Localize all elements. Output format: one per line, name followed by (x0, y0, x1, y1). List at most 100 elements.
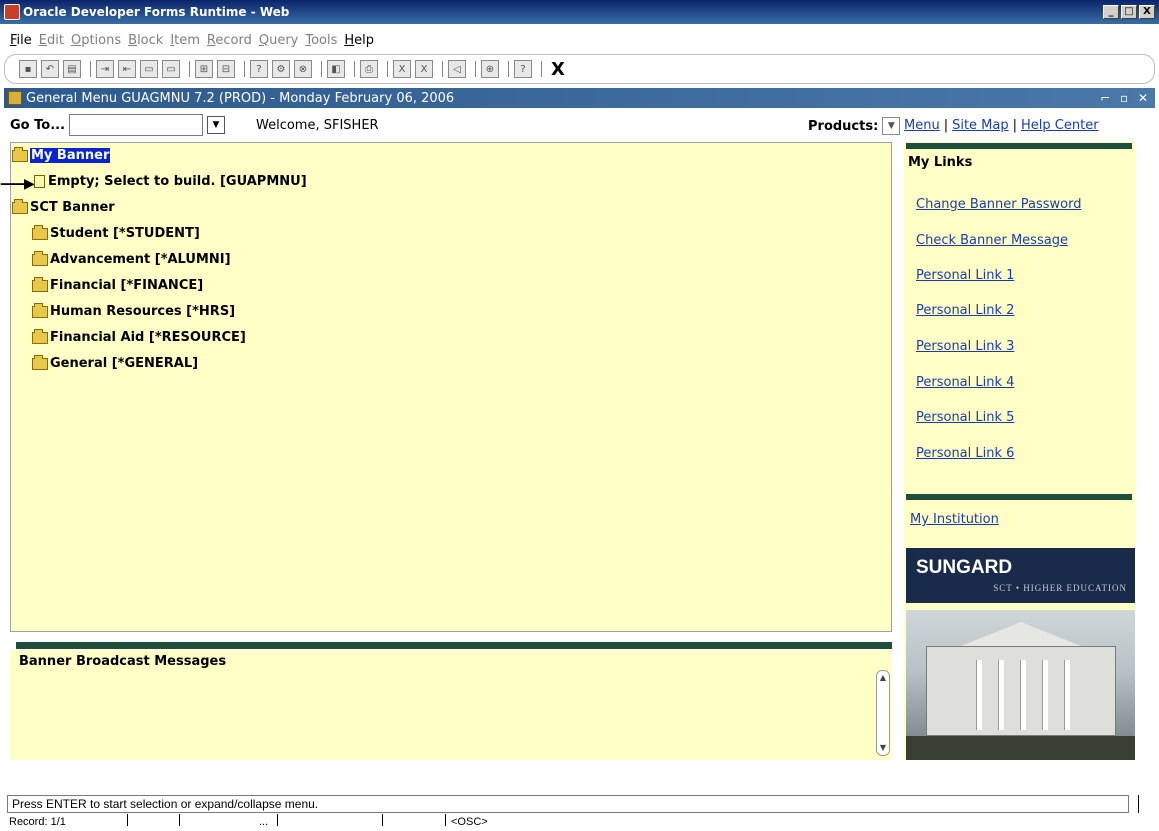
save-icon[interactable]: ▪ (19, 60, 37, 78)
personal-link-1[interactable]: Personal Link 1 (916, 268, 1014, 283)
menu-link[interactable]: Menu (904, 118, 940, 133)
insert-record-icon[interactable]: ⊞ (195, 60, 213, 78)
toolbar-separator (90, 61, 91, 77)
title-bar: Oracle Developer Forms Runtime - Web _ □… (0, 0, 1159, 24)
folder-icon (32, 354, 48, 370)
exit-button[interactable]: X (551, 59, 565, 80)
folder-icon (32, 328, 48, 344)
next-record-icon[interactable]: ▭ (140, 60, 158, 78)
window-controls: _ □ X (1103, 5, 1155, 19)
toolbar-separator (541, 61, 542, 77)
welcome-text: Welcome, SFISHER (256, 118, 379, 133)
status-bar-end (1138, 795, 1146, 813)
broadcast-scrollbar[interactable]: ▲ ▼ (876, 670, 890, 756)
sungard-brand: SUNGARD (916, 557, 1013, 578)
speaker-icon[interactable]: ◁ (448, 60, 466, 78)
toolbar-separator (508, 61, 509, 77)
scroll-up-icon[interactable]: ▲ (877, 672, 889, 684)
tree-item-human-resources[interactable]: Human Resources [*HRS] (32, 302, 236, 319)
tree-item-label: General [*GENERAL] (50, 356, 199, 371)
institution-divider (906, 494, 1132, 500)
minimize-button[interactable]: _ (1103, 5, 1119, 19)
form-icon (8, 91, 22, 105)
previous-record-icon[interactable]: ▭ (162, 60, 180, 78)
site-map-link[interactable]: Site Map (952, 118, 1009, 133)
broadcast-title: Banner Broadcast Messages (19, 654, 227, 669)
tree-item-general[interactable]: General [*GENERAL] (32, 354, 199, 371)
folder-icon (32, 250, 48, 266)
help-icon[interactable]: ? (514, 60, 532, 78)
tree-item-label: Human Resources [*HRS] (50, 304, 236, 319)
tree-item-empty-build[interactable]: Empty; Select to build. [GUAPMNU] (34, 174, 307, 189)
application-window: Oracle Developer Forms Runtime - Web _ □… (0, 0, 1159, 831)
tree-item-label: My Banner (30, 148, 111, 163)
excel-options-icon[interactable]: X (415, 60, 433, 78)
products-selector: Products: ▼ (808, 117, 901, 135)
close-button[interactable]: X (1139, 5, 1155, 19)
toolbar-separator (321, 61, 322, 77)
sungard-logo: SUNGARD SCT • HIGHER EDUCATION (906, 548, 1135, 603)
toolbar: ▪ ↶ ▤ ⇥ ⇤ ▭ ▭ ⊞ ⊟ ? ⚙ ⊗ ◧ ⎙ X X ◁ ⊕ ? X (4, 54, 1155, 84)
tree-item-student[interactable]: Student [*STUDENT] (32, 224, 200, 241)
document-icon (34, 175, 45, 188)
my-institution-link[interactable]: My Institution (910, 512, 999, 527)
list-indicator: ... (259, 816, 269, 828)
form-header: General Menu GUAGMNU 7.2 (PROD) - Monday… (4, 88, 1155, 108)
scroll-down-icon[interactable]: ▼ (877, 742, 889, 754)
print-page-icon[interactable]: ▤ (63, 60, 81, 78)
folder-icon (32, 224, 48, 240)
status-info-bar: Record: 1/1 ... <OSC> (7, 814, 1157, 830)
tree-item-financial[interactable]: Financial [*FINANCE] (32, 276, 204, 293)
products-label: Products: (808, 118, 879, 134)
campus-building-image (906, 610, 1135, 760)
personal-link-2[interactable]: Personal Link 2 (916, 303, 1014, 318)
form-window-controls[interactable]: ⌐ ▫ ✕ (1100, 91, 1151, 105)
remove-record-icon[interactable]: ⊟ (217, 60, 235, 78)
toolbar-separator (442, 61, 443, 77)
menu-record[interactable]: Record (207, 33, 252, 48)
rollback-icon[interactable]: ↶ (41, 60, 59, 78)
print-icon[interactable]: ⎙ (360, 60, 378, 78)
tree-item-my-banner[interactable]: My Banner (12, 146, 111, 163)
attachments-icon[interactable]: ◧ (327, 60, 345, 78)
personal-link-3[interactable]: Personal Link 3 (916, 339, 1014, 354)
menu-file[interactable]: File (10, 33, 32, 48)
goto-label: Go To... (10, 117, 66, 133)
execute-query-icon[interactable]: ⚙ (272, 60, 290, 78)
toolbar-separator (244, 61, 245, 77)
toolbar-separator (387, 61, 388, 77)
my-links-title: My Links (908, 155, 973, 170)
goto-dropdown-button[interactable]: ▼ (207, 116, 226, 134)
products-dropdown-button[interactable]: ▼ (882, 117, 901, 135)
enter-query-icon[interactable]: ? (250, 60, 268, 78)
menu-block[interactable]: Block (128, 33, 163, 48)
next-block-icon[interactable]: ⇥ (96, 60, 114, 78)
toolbar-separator (475, 61, 476, 77)
check-message-link[interactable]: Check Banner Message (916, 233, 1068, 248)
personal-link-6[interactable]: Personal Link 6 (916, 446, 1014, 461)
folder-icon (32, 302, 48, 318)
tree-item-financial-aid[interactable]: Financial Aid [*RESOURCE] (32, 328, 246, 345)
menu-edit[interactable]: Edit (39, 33, 64, 48)
tree-item-label: Financial [*FINANCE] (50, 278, 204, 293)
tree-item-label: Advancement [*ALUMNI] (50, 252, 231, 267)
menu-help[interactable]: Help (344, 33, 374, 48)
personal-link-5[interactable]: Personal Link 5 (916, 410, 1014, 425)
maximize-button[interactable]: □ (1121, 5, 1137, 19)
globe-icon[interactable]: ⊕ (481, 60, 499, 78)
menu-options[interactable]: Options (71, 33, 121, 48)
goto-input[interactable] (69, 114, 204, 136)
folder-open-icon (12, 198, 28, 214)
tree-item-sct-banner[interactable]: SCT Banner (12, 198, 115, 215)
personal-link-4[interactable]: Personal Link 4 (916, 375, 1014, 390)
change-password-link[interactable]: Change Banner Password (916, 197, 1081, 212)
menu-query[interactable]: Query (259, 33, 299, 48)
menu-tools[interactable]: Tools (305, 33, 337, 48)
folder-icon (32, 276, 48, 292)
tree-item-advancement[interactable]: Advancement [*ALUMNI] (32, 250, 231, 267)
export-excel-icon[interactable]: X (393, 60, 411, 78)
menu-item[interactable]: Item (170, 33, 200, 48)
help-center-link[interactable]: Help Center (1021, 118, 1099, 133)
previous-block-icon[interactable]: ⇤ (118, 60, 136, 78)
cancel-query-icon[interactable]: ⊗ (294, 60, 312, 78)
